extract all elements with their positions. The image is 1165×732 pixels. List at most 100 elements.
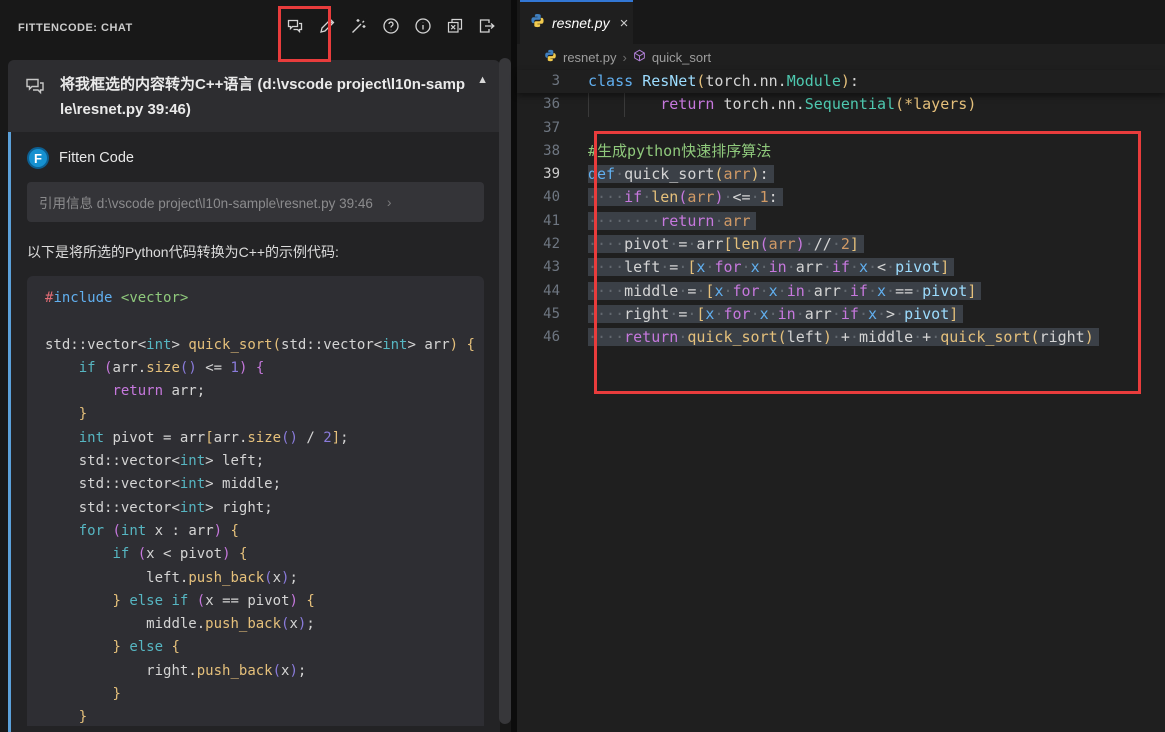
tab-resnet-py[interactable]: resnet.py × xyxy=(520,0,633,44)
sticky-scroll-line[interactable]: 3class ResNet(torch.nn.Module): xyxy=(517,70,1165,93)
fittencode-chat-panel: FITTENCODE: CHAT xyxy=(0,0,512,732)
editor-code-area[interactable]: 3class ResNet(torch.nn.Module): 36 retur… xyxy=(517,70,1165,732)
code-token: arr xyxy=(769,235,796,253)
line-number: 43 xyxy=(517,256,586,279)
code-token: . xyxy=(769,95,778,113)
line-content: std::vector<int> quick_sort(std::vector<… xyxy=(43,334,475,357)
code-line: } else { xyxy=(43,636,468,659)
code-token: if xyxy=(850,282,868,300)
edit-pencil-icon[interactable] xyxy=(318,17,336,35)
help-circle-icon[interactable] xyxy=(382,17,400,35)
fitten-code-logo: F xyxy=(27,147,49,169)
line-content: ····pivot·=·arr[len(arr)·//·2] xyxy=(586,233,864,256)
code-token: arr xyxy=(687,188,714,206)
code-token: } xyxy=(79,406,87,422)
code-token: left xyxy=(624,258,660,276)
line-content xyxy=(586,117,588,140)
code-token: ( xyxy=(138,546,146,562)
code-token: · xyxy=(850,328,859,346)
code-token: if xyxy=(841,305,859,323)
code-token: · xyxy=(787,258,796,276)
code-token: { xyxy=(171,639,179,655)
code-token: 2 xyxy=(841,235,850,253)
code-token: <vector> xyxy=(121,290,188,306)
info-circle-icon[interactable] xyxy=(414,17,432,35)
line-content: for (int x : arr) { xyxy=(43,520,239,543)
magic-wand-icon[interactable] xyxy=(350,17,368,35)
code-line: } xyxy=(43,683,468,706)
breadcrumb-symbol[interactable]: quick_sort xyxy=(652,50,711,65)
code-token: in xyxy=(769,258,787,276)
line-content: } xyxy=(43,706,87,726)
code-token: ) xyxy=(214,523,222,539)
code-token: ( xyxy=(760,235,769,253)
code-token: if xyxy=(832,258,850,276)
tab-close-icon[interactable]: × xyxy=(620,15,629,32)
line-content xyxy=(43,310,45,333)
code-token: } xyxy=(112,593,120,609)
breadcrumb-file[interactable]: resnet.py xyxy=(563,50,616,65)
line-content: return arr; xyxy=(43,380,205,403)
code-token: · xyxy=(832,235,841,253)
code-token: pivot xyxy=(247,593,289,609)
code-token: x xyxy=(205,593,213,609)
code-token: < xyxy=(877,258,886,276)
chat-scrollbar-thumb[interactable] xyxy=(499,58,511,724)
sign-out-icon[interactable] xyxy=(478,17,496,35)
line-content: ········return·arr xyxy=(586,210,756,233)
code-token: } xyxy=(112,686,120,702)
code-token: · xyxy=(823,258,832,276)
code-token: quick_sort xyxy=(624,165,714,183)
code-token: <= xyxy=(197,360,231,376)
code-token xyxy=(96,360,104,376)
code-token: · xyxy=(760,258,769,276)
code-token xyxy=(45,709,79,725)
code-token: middle xyxy=(146,616,197,632)
code-token: middle xyxy=(859,328,913,346)
code-token xyxy=(45,406,79,422)
code-token: ; xyxy=(298,663,306,679)
code-token: quick_sort xyxy=(188,337,272,353)
code-token: · xyxy=(760,282,769,300)
code-token: · xyxy=(886,282,895,300)
code-token: < xyxy=(171,453,179,469)
cpp-code-block[interactable]: #include <vector>std::vector<int> quick_… xyxy=(27,276,484,726)
reference-info-box[interactable]: 引用信息 d:\vscode project\l10n-sample\resne… xyxy=(27,182,484,222)
code-token: pivot xyxy=(904,305,949,323)
code-token: : xyxy=(163,523,188,539)
code-token: · xyxy=(660,258,669,276)
code-line: } xyxy=(43,706,468,726)
code-token: pivot xyxy=(922,282,967,300)
code-token: middle xyxy=(624,282,678,300)
code-token: #生成python快速排序算法 xyxy=(588,142,771,160)
collapse-triangle-icon[interactable]: ▲ xyxy=(477,74,488,86)
code-token: · xyxy=(723,188,732,206)
code-token: ; xyxy=(256,453,264,469)
code-token: quick_sort xyxy=(687,328,777,346)
code-token: · xyxy=(931,328,940,346)
close-all-windows-icon[interactable] xyxy=(446,17,464,35)
code-token: ········ xyxy=(588,212,660,230)
code-token: if xyxy=(79,360,96,376)
code-token: include xyxy=(53,290,112,306)
comment-discussion-icon[interactable] xyxy=(286,17,304,35)
user-question-card[interactable]: 将我框选的内容转为C++语言 (d:\vscode project\l10n-s… xyxy=(8,60,500,132)
code-line: for (int x : arr) { xyxy=(43,520,468,543)
code-token: < xyxy=(138,337,146,353)
code-token: arr xyxy=(171,383,196,399)
code-token: = xyxy=(678,305,687,323)
code-token: x xyxy=(868,305,877,323)
code-token: *layers xyxy=(904,95,967,113)
code-token: · xyxy=(805,282,814,300)
code-token: = xyxy=(669,258,678,276)
code-token: · xyxy=(913,328,922,346)
code-line: 40····if·len(arr)·<=·1: xyxy=(517,186,1165,209)
line-number: 42 xyxy=(517,233,586,256)
code-token: [ xyxy=(723,235,732,253)
tab-label: resnet.py xyxy=(552,15,610,31)
code-token: int xyxy=(121,523,146,539)
code-line: 41········return·arr xyxy=(517,210,1165,233)
code-token: ···· xyxy=(588,282,624,300)
code-token xyxy=(45,639,112,655)
code-token: < xyxy=(155,546,180,562)
